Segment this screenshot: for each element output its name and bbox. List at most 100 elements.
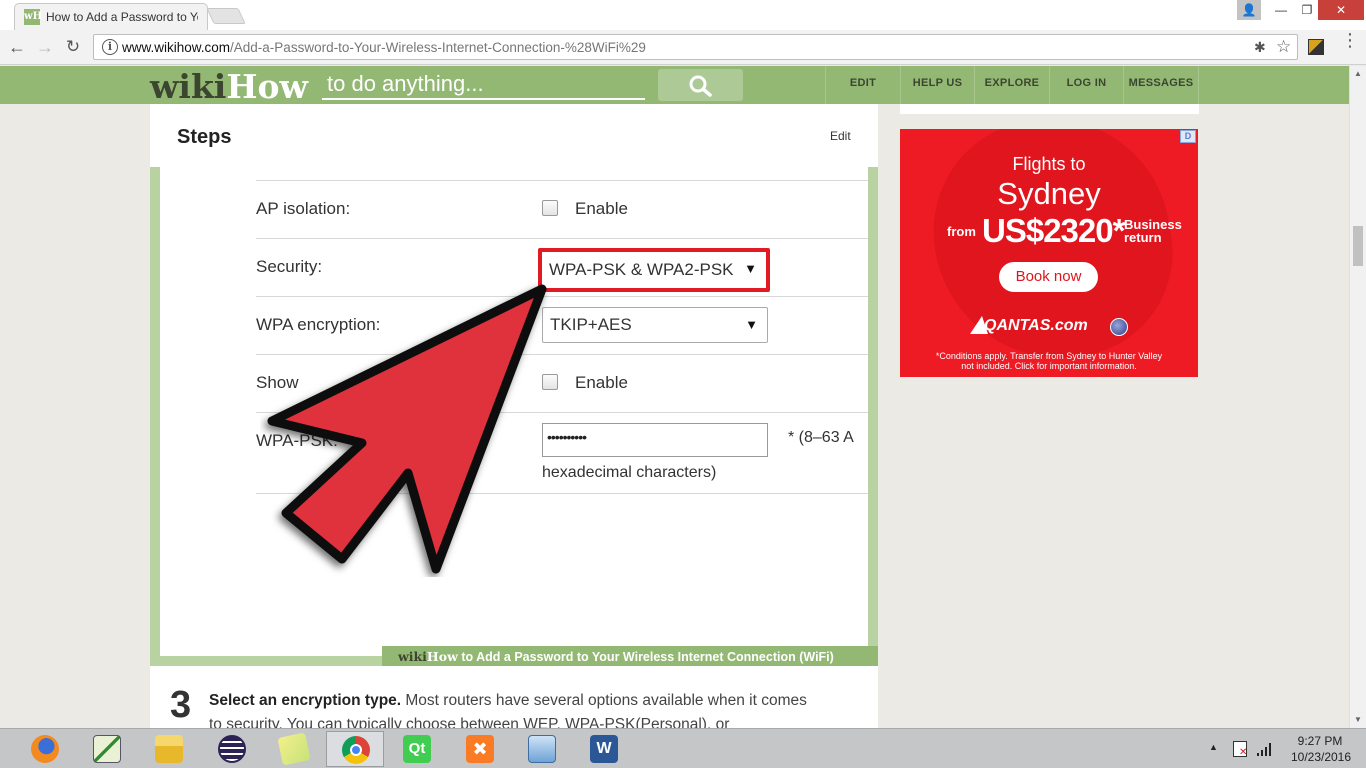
windows-taskbar: Qt ✖ W ▲ 9:27 PM 10/23/2016 [0,728,1366,768]
maximize-button[interactable]: ❐ [1294,0,1320,20]
chrome-icon [342,736,370,764]
taskbar-qt-creator[interactable]: Qt [388,731,446,767]
watermark-how: How [426,649,458,664]
scroll-thumb[interactable] [1353,226,1363,266]
user-profile-icon[interactable]: 👤 [1237,0,1261,20]
forward-button[interactable]: → [34,37,56,58]
nav-edit[interactable]: EDIT [825,66,900,104]
close-button[interactable]: ✕ [1318,0,1364,20]
search-button[interactable] [658,69,743,101]
search-icon [689,75,712,97]
ad-terms: *Conditions apply. Transfer from Sydney … [900,351,1198,371]
extension-puzzle-icon[interactable]: ✱ [1254,39,1266,56]
action-center-icon[interactable] [1233,741,1247,758]
page-scrollbar[interactable]: ▲ ▼ [1349,66,1366,728]
image-watermark: wikiHow to Add a Password to Your Wirele… [382,646,878,666]
clock-time[interactable]: 9:27 PM [1290,734,1350,748]
taskbar-eclipse[interactable] [203,731,261,767]
watermark-wiki: wiki [398,649,427,664]
taskbar-file-explorer[interactable] [140,731,198,767]
extension-icon[interactable] [1308,39,1324,55]
taskbar-task-manager[interactable] [78,731,136,767]
reload-button[interactable]: ↻ [62,37,84,57]
ad-class-line2: return [1124,230,1162,245]
dropdown-arrow-icon: ▼ [745,317,758,332]
scroll-down-arrow-icon[interactable]: ▼ [1350,712,1366,728]
nav-help-us[interactable]: HELP US [900,66,974,104]
step-headline: Select an encryption type. [209,692,402,709]
taskbar-word[interactable]: W [575,731,633,767]
wikihow-header: wikiHow EDIT HELP US EXPLORE LOG IN MESS… [0,66,1349,106]
adchoices-icon[interactable]: D [1180,130,1196,143]
taskbar-control-panel[interactable] [513,731,571,767]
url-path: /Add-a-Password-to-Your-Wireless-Interne… [230,40,646,55]
bookmark-star-icon[interactable]: ☆ [1276,37,1291,57]
eclipse-icon [218,735,246,763]
url-host: www.wikihow.com [122,40,231,55]
ad-city: Sydney [997,176,1101,211]
ad-from: from [947,224,976,239]
url-text[interactable]: www.wikihow.com/Add-a-Password-to-Your-W… [122,40,646,55]
logo-wiki: wiki [150,67,227,106]
taskbar-chrome[interactable] [326,731,384,767]
browser-toolbar: ← → ↻ i www.wikihow.com/Add-a-Password-t… [0,30,1366,65]
network-signal-icon[interactable] [1256,741,1274,757]
control-panel-icon [528,735,556,763]
show-enable-label: Enable [575,373,628,392]
watermark-text: to Add a Password to Your Wireless Inter… [457,650,834,664]
ad-terms-line2: not included. Click for important inform… [961,361,1137,371]
ad-terms-line1: *Conditions apply. Transfer from Sydney … [935,351,1163,361]
qt-icon: Qt [403,735,431,763]
divider [256,180,868,181]
wpa-psk-note-continued: hexadecimal characters) [542,464,717,481]
sidebar-card [900,104,1199,114]
back-button[interactable]: ← [6,37,28,58]
ap-isolation-label: AP isolation: [256,199,351,218]
security-label: Security: [256,257,323,276]
tray-show-hidden-icon[interactable]: ▲ [1209,742,1218,752]
ap-isolation-checkbox [542,200,558,216]
sticky-notes-icon [277,732,311,766]
wpa-encryption-select: TKIP+AES ▼ [542,307,768,343]
info-icon[interactable]: i [102,39,118,55]
ad-brand: QANTAS.com [984,317,1088,334]
wpa-psk-input: •••••••••• [542,423,768,457]
ap-isolation-enable-label: Enable [575,199,628,218]
nav-explore[interactable]: EXPLORE [974,66,1049,104]
security-value: WPA-PSK & WPA2-PSK [549,260,734,279]
new-tab-button[interactable] [206,8,246,24]
word-icon: W [590,735,618,763]
browser-tab[interactable]: wH How to Add a Password to Your Wireles… [14,3,208,30]
ad-book-now-button[interactable]: Book now [999,262,1098,292]
nav-log-in[interactable]: LOG IN [1049,66,1123,104]
ad-flights-to: Flights to [1012,154,1086,174]
article-main: Steps Edit AP isolation: Enable Security… [150,104,878,733]
address-bar[interactable]: i www.wikihow.com/Add-a-Password-to-Your… [93,34,1298,60]
nav-messages[interactable]: MESSAGES [1123,66,1199,104]
wikihow-logo[interactable]: wikiHow [150,67,308,106]
scroll-up-arrow-icon[interactable]: ▲ [1350,66,1366,82]
taskbar-sticky-notes[interactable] [265,731,323,767]
divider [256,238,868,239]
wpa-encryption-value: TKIP+AES [550,315,632,334]
minimize-button[interactable]: — [1268,0,1294,20]
section-title: Steps [177,126,232,148]
search-input[interactable] [322,70,645,100]
ad-class: Business return [1124,218,1182,244]
taskbar-firefox[interactable] [16,731,74,767]
folder-icon [155,735,183,763]
taskbar-xampp[interactable]: ✖ [451,731,509,767]
firefox-icon [31,735,59,763]
dropdown-arrow-icon: ▼ [744,261,757,276]
section-edit-link[interactable]: Edit [830,129,851,143]
browser-titlebar: wH How to Add a Password to Your Wireles… [0,0,1366,30]
chrome-menu-icon[interactable]: ⋮ [1341,31,1359,49]
security-select: WPA-PSK & WPA2-PSK ▼ [538,248,770,292]
step-image[interactable]: AP isolation: Enable Security: WPA-PSK &… [150,167,878,666]
clock-date[interactable]: 10/23/2016 [1290,750,1352,764]
router-settings-screenshot: AP isolation: Enable Security: WPA-PSK &… [160,167,868,656]
ad-price: US$2320* [982,212,1125,249]
wpa-psk-note: * (8–63 A [788,429,854,446]
qantas-ad[interactable]: D Flights to Sydney from US$2320* Busine… [900,129,1198,377]
tab-title: How to Add a Password to Your Wireless I… [46,10,198,24]
